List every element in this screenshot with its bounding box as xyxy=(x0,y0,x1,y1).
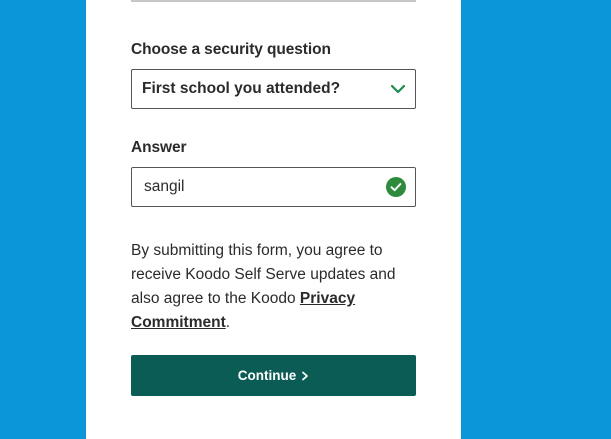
security-question-select[interactable]: First school you attended? xyxy=(131,69,416,109)
continue-label: Continue xyxy=(237,368,297,383)
chevron-down-icon xyxy=(390,84,406,94)
disclaimer-suffix: . xyxy=(225,314,231,331)
form-card: Choose a security question First school … xyxy=(86,0,461,439)
answer-label: Answer xyxy=(131,139,187,156)
page-background: Choose a security question First school … xyxy=(0,0,611,439)
disclaimer-text: By submitting this form, you agree to re… xyxy=(131,239,421,335)
security-question-value: First school you attended? xyxy=(142,80,341,97)
answer-field xyxy=(131,167,416,207)
divider xyxy=(131,0,416,2)
continue-button[interactable]: Continue xyxy=(131,355,416,396)
check-circle-icon xyxy=(386,177,406,197)
disclaimer-body: By submitting this form, you agree to re… xyxy=(131,242,396,307)
security-question-label: Choose a security question xyxy=(131,41,331,58)
answer-input[interactable] xyxy=(132,168,372,206)
chevron-right-icon xyxy=(302,371,309,381)
